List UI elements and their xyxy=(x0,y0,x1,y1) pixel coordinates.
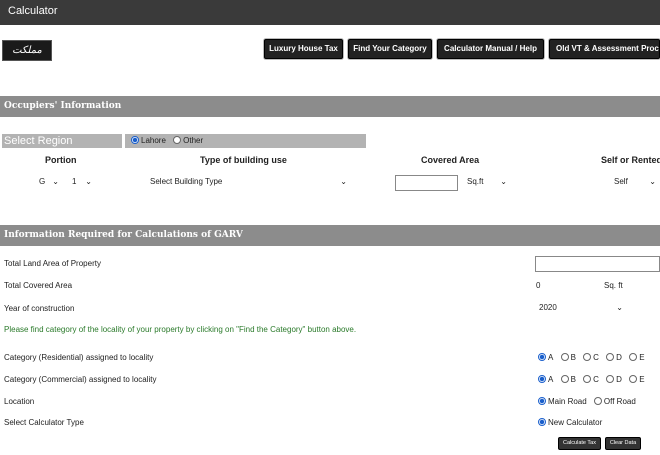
location-off-road-label: Off Road xyxy=(603,397,636,406)
commercial-a-radio[interactable] xyxy=(538,375,546,383)
building-type-value: Select Building Type xyxy=(150,177,223,186)
window-title: Calculator xyxy=(8,5,58,17)
garv-heading: Information Required for Calculations of… xyxy=(4,230,243,240)
location-main-road-radio[interactable] xyxy=(538,397,546,405)
chevron-down-icon: ⌄ xyxy=(616,303,623,312)
region-other-label: Other xyxy=(183,136,204,145)
find-category-note: Please find category of the locality of … xyxy=(4,325,357,334)
commercial-a-label: A xyxy=(548,375,554,384)
self-rented-value: Self xyxy=(614,177,628,186)
covered-area-header: Covered Area xyxy=(421,155,480,165)
logo[interactable]: ﻣﻤﻠﮑﺖ xyxy=(2,40,52,61)
residential-category-label: Category (Residential) assigned to local… xyxy=(4,353,154,362)
residential-a-radio[interactable] xyxy=(538,353,546,361)
total-covered-area-label: Total Covered Area xyxy=(4,281,73,290)
commercial-e-radio[interactable] xyxy=(629,375,638,383)
portion-number-select[interactable]: 1 ⌄ xyxy=(68,174,96,190)
residential-category-radio-group: A B C D E xyxy=(538,353,650,362)
old-vt-assessment-button[interactable]: Old VT & Assessment Procedure xyxy=(549,39,660,59)
covered-area-unit-value: Sq.ft xyxy=(467,177,484,186)
find-category-button[interactable]: Find Your Category xyxy=(348,39,432,59)
location-off-road-radio[interactable] xyxy=(593,397,602,405)
commercial-c-radio[interactable] xyxy=(583,375,592,383)
calculate-tax-button[interactable]: Calculate Tax xyxy=(558,437,601,450)
select-region-label: Select Region xyxy=(2,134,122,148)
year-construction-select[interactable]: 2020 ⌄ xyxy=(535,300,627,316)
chevron-down-icon: ⌄ xyxy=(52,177,59,186)
commercial-d-label: D xyxy=(616,375,622,384)
residential-d-radio[interactable] xyxy=(606,353,615,361)
residential-d-label: D xyxy=(616,353,622,362)
commercial-e-label: E xyxy=(639,375,645,384)
residential-e-label: E xyxy=(639,353,645,362)
luxury-house-tax-button[interactable]: Luxury House Tax xyxy=(264,39,343,59)
occupiers-section-header: Occupiers' Information xyxy=(0,96,660,117)
residential-e-radio[interactable] xyxy=(629,353,638,361)
year-construction-label: Year of construction xyxy=(4,304,75,313)
location-radio-group: Main Road Off Road xyxy=(538,397,641,406)
covered-area-input[interactable] xyxy=(395,175,458,191)
region-radio-group: Lahore Other xyxy=(125,134,366,148)
building-use-header: Type of building use xyxy=(200,155,287,165)
logo-text: ﻣﻤﻠﮑﺖ xyxy=(12,45,42,56)
window-titlebar: Calculator xyxy=(0,0,660,25)
commercial-c-label: C xyxy=(593,375,599,384)
portion-floor-value: G xyxy=(39,177,46,186)
chevron-down-icon: ⌄ xyxy=(649,177,656,186)
commercial-b-radio[interactable] xyxy=(560,375,569,383)
new-calculator-radio[interactable] xyxy=(538,418,546,426)
occupiers-heading: Occupiers' Information xyxy=(4,101,122,111)
location-main-road-label: Main Road xyxy=(548,397,587,406)
calculator-manual-button[interactable]: Calculator Manual / Help xyxy=(437,39,544,59)
portion-header: Portion xyxy=(45,155,77,165)
calculator-type-label: Select Calculator Type xyxy=(4,418,84,427)
commercial-category-radio-group: A B C D E xyxy=(538,375,650,384)
total-covered-area-value: 0 xyxy=(536,281,541,290)
region-lahore-radio[interactable] xyxy=(131,136,139,144)
building-type-select[interactable]: Select Building Type ⌄ xyxy=(146,174,351,190)
residential-c-label: C xyxy=(593,353,599,362)
residential-c-radio[interactable] xyxy=(583,353,592,361)
garv-section-header: Information Required for Calculations of… xyxy=(0,225,660,246)
commercial-d-radio[interactable] xyxy=(606,375,615,383)
total-covered-area-unit: Sq. ft xyxy=(604,281,623,290)
portion-floor-select[interactable]: G ⌄ xyxy=(35,174,63,190)
year-construction-value: 2020 xyxy=(539,303,557,312)
new-calculator-label: New Calculator xyxy=(548,418,603,427)
location-label: Location xyxy=(4,397,35,406)
residential-b-label: B xyxy=(570,353,576,362)
commercial-category-label: Category (Commercial) assigned to locali… xyxy=(4,375,157,384)
covered-area-unit-select[interactable]: Sq.ft ⌄ xyxy=(463,174,511,190)
region-other-radio[interactable] xyxy=(173,136,182,144)
self-rented-select[interactable]: Self ⌄ xyxy=(610,174,660,190)
clear-data-button[interactable]: Clear Data xyxy=(605,437,641,450)
residential-a-label: A xyxy=(548,353,554,362)
calculator-type-radio-group: New Calculator xyxy=(538,418,607,427)
land-area-label: Total Land Area of Property xyxy=(4,259,101,268)
land-area-input[interactable] xyxy=(535,256,660,272)
portion-number-value: 1 xyxy=(72,177,77,186)
chevron-down-icon: ⌄ xyxy=(340,177,347,186)
chevron-down-icon: ⌄ xyxy=(500,177,507,186)
region-lahore-label: Lahore xyxy=(141,136,166,145)
commercial-b-label: B xyxy=(570,375,576,384)
residential-b-radio[interactable] xyxy=(560,353,569,361)
self-rented-header: Self or Rented xyxy=(601,155,660,165)
chevron-down-icon: ⌄ xyxy=(85,177,92,186)
